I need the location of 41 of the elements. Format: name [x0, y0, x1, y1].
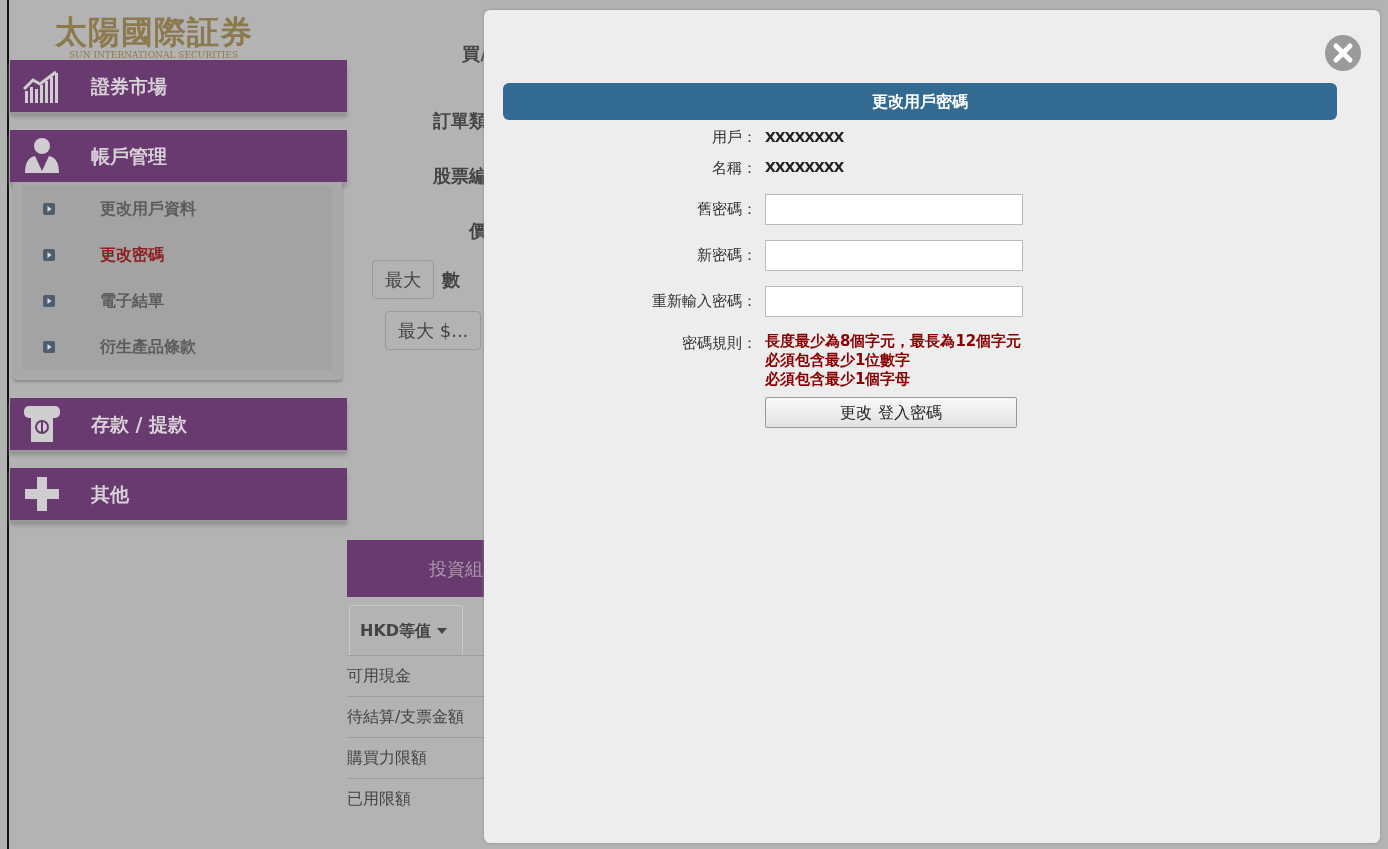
field-value: XXXXXXXX — [765, 127, 844, 147]
sidebar-section[interactable]: 帳戶管理 — [10, 130, 347, 182]
submenu-item[interactable]: 衍生產品條款 — [23, 324, 332, 370]
field-label: 名稱： — [711, 157, 757, 179]
portfolio-title: 投資組 — [429, 557, 483, 581]
field-value: XXXXXXXX — [765, 158, 844, 178]
modal-title: 更改用戶密碼 — [503, 83, 1337, 120]
logo-subtitle: SUN INTERNATIONAL SECURITIES — [67, 50, 240, 60]
rule-text: 長度最少為8個字元，最長為12個字元 — [765, 332, 1022, 351]
currency-dropdown[interactable]: HKD等值 — [349, 605, 463, 655]
password-field[interactable] — [765, 286, 1023, 317]
logo-text: 太陽國際証券 — [53, 14, 254, 50]
play-icon — [43, 341, 55, 353]
submenu-item[interactable]: 更改用戶資料 — [23, 186, 332, 232]
user-icon — [23, 137, 61, 175]
play-icon — [43, 203, 55, 215]
plus-icon — [23, 475, 61, 513]
password-field[interactable] — [765, 240, 1023, 271]
sidebar-section[interactable]: 其他 — [10, 468, 347, 520]
play-icon — [43, 249, 55, 261]
rule-text: 必須包含最少1位數字 — [765, 351, 912, 370]
submenu-item[interactable]: 更改密碼 — [23, 232, 332, 278]
chart-icon — [23, 69, 61, 103]
field-label: 重新輸入密碼： — [651, 291, 757, 313]
caret-icon — [436, 628, 447, 634]
password-field[interactable] — [765, 194, 1023, 225]
field-label: 舊密碼： — [696, 199, 757, 221]
field-label: 密碼規則： — [681, 333, 757, 354]
field-label: 新密碼： — [696, 245, 757, 267]
money-icon — [23, 405, 61, 443]
close-button[interactable] — [1324, 34, 1362, 72]
form-label: 數 — [442, 268, 460, 292]
field-label: 用戶： — [711, 127, 757, 148]
amount-field[interactable]: 最大 $... — [385, 311, 481, 350]
submit-button[interactable]: 更改 登入密碼 — [765, 397, 1017, 428]
play-icon — [43, 295, 55, 307]
rule-text: 必須包含最少1個字母 — [765, 370, 912, 389]
max-button[interactable]: 最大 — [372, 260, 434, 299]
sidebar-section[interactable]: 存款 / 提款 — [10, 398, 347, 450]
submenu-item[interactable]: 電子結單 — [23, 278, 332, 324]
sidebar-section[interactable]: 證券市場 — [10, 60, 347, 112]
